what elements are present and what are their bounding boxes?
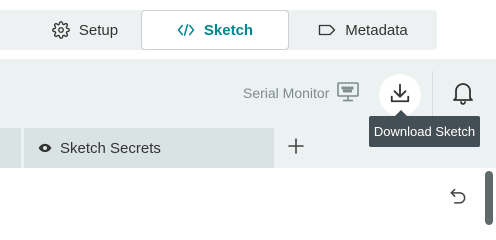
undo-icon <box>448 188 468 211</box>
file-tab-sketch-secrets[interactable]: Sketch Secrets <box>24 128 274 168</box>
gear-icon <box>52 21 70 39</box>
plus-icon <box>288 137 304 159</box>
monitor-icon <box>337 81 360 105</box>
tab-setup-label: Setup <box>78 21 119 39</box>
undo-button[interactable] <box>448 187 468 212</box>
serial-monitor-button[interactable]: Serial Monitor <box>243 81 360 105</box>
code-editor[interactable] <box>0 168 496 225</box>
file-tab-main[interactable] <box>0 128 21 168</box>
toolbar-divider <box>432 71 433 117</box>
tab-metadata[interactable]: Metadata <box>289 10 437 50</box>
tag-icon <box>318 24 336 36</box>
tab-setup[interactable]: Setup <box>0 10 140 50</box>
top-tab-bar: Setup Sketch Metadata <box>0 10 437 50</box>
bell-icon <box>452 83 474 109</box>
download-tooltip: Download Sketch <box>369 110 480 147</box>
code-icon <box>177 23 195 37</box>
editor-scrollbar[interactable] <box>485 171 493 225</box>
file-tab-label: Sketch Secrets <box>60 139 161 157</box>
tab-sketch-label: Sketch <box>203 21 254 39</box>
notifications-button[interactable] <box>452 81 474 110</box>
tab-metadata-label: Metadata <box>345 21 408 39</box>
eye-icon <box>38 140 52 157</box>
download-icon <box>389 82 411 109</box>
add-tab-button[interactable] <box>285 137 307 159</box>
tab-sketch[interactable]: Sketch <box>141 10 289 50</box>
serial-monitor-label: Serial Monitor <box>243 85 330 101</box>
